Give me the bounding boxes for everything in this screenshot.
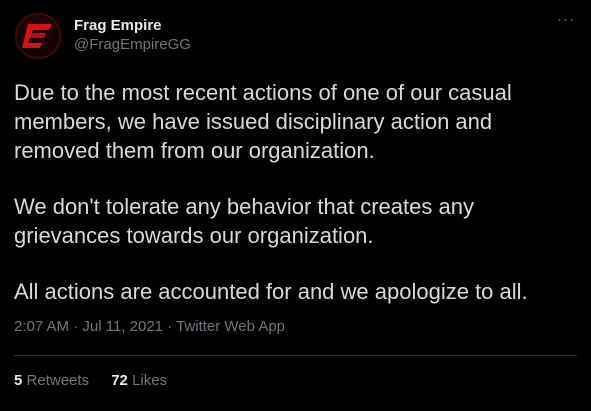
meta-separator: · <box>163 318 177 335</box>
divider <box>14 355 577 356</box>
tweet-source[interactable]: Twitter Web App <box>176 318 285 335</box>
frag-empire-logo-icon <box>15 13 61 59</box>
tweet-time[interactable]: 2:07 AM <box>14 318 69 335</box>
display-name[interactable]: Frag Empire <box>74 17 191 35</box>
tweet-meta: 2:07 AM · Jul 11, 2021 · Twitter Web App <box>14 318 285 335</box>
retweets-label: Retweets <box>26 372 90 389</box>
more-horizontal-icon[interactable]: ··· <box>555 12 577 30</box>
author-names: Frag Empire @FragEmpireGG <box>74 17 191 55</box>
tweet-paragraph: Due to the most recent actions of one of… <box>14 80 512 163</box>
retweets-stat[interactable]: 5 Retweets <box>14 372 89 389</box>
likes-label: Likes <box>132 372 168 389</box>
tweet-date[interactable]: Jul 11, 2021 <box>82 318 163 335</box>
retweets-count: 5 <box>14 372 23 389</box>
meta-separator: · <box>69 318 83 335</box>
tweet-header: Frag Empire @FragEmpireGG ··· <box>14 12 577 60</box>
likes-stat[interactable]: 72 Likes <box>111 372 167 389</box>
tweet-paragraph: All actions are accounted for and we apo… <box>14 279 528 304</box>
tweet-text: Due to the most recent actions of one of… <box>14 78 579 306</box>
avatar[interactable] <box>14 12 62 60</box>
tweet-paragraph: We don't tolerate any behavior that crea… <box>14 194 474 248</box>
user-handle[interactable]: @FragEmpireGG <box>74 35 191 55</box>
tweet-card: Frag Empire @FragEmpireGG ··· Due to the… <box>0 0 591 411</box>
likes-count: 72 <box>111 372 128 389</box>
tweet-stats: 5 Retweets 72 Likes <box>14 372 185 389</box>
